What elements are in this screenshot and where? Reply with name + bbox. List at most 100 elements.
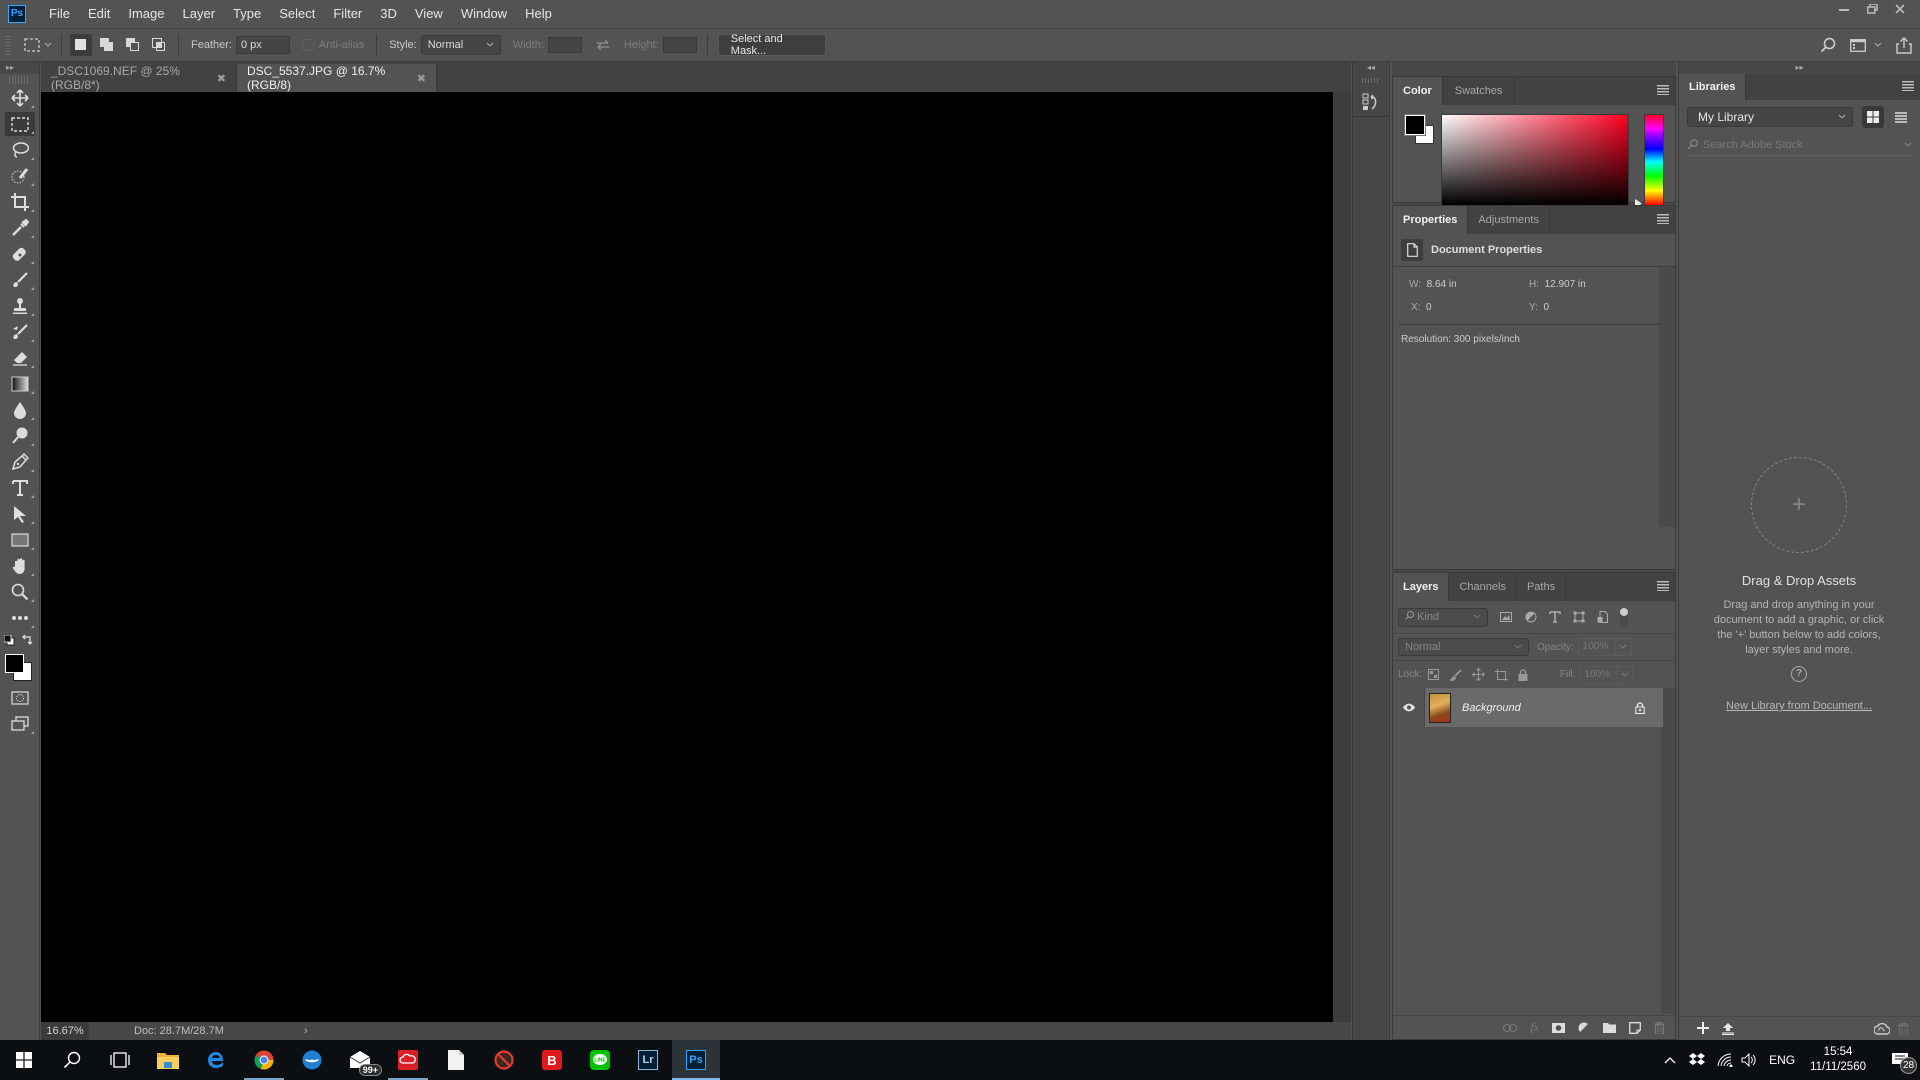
- filter-smart-object-icon[interactable]: [1597, 611, 1608, 623]
- tool-brush[interactable]: [5, 268, 35, 292]
- taskbar-photoshop[interactable]: Ps: [672, 1040, 720, 1080]
- height-value[interactable]: 12.907 in: [1545, 279, 1586, 290]
- tab-properties[interactable]: Properties: [1393, 206, 1469, 234]
- taskbar-notepad[interactable]: [432, 1040, 480, 1080]
- tool-quick-selection[interactable]: [5, 164, 35, 188]
- panel-menu-icon[interactable]: [1657, 214, 1669, 224]
- delete-layer-trash-icon[interactable]: [1654, 1021, 1665, 1034]
- feather-input[interactable]: 0 px: [235, 36, 290, 54]
- tool-rectangular-marquee[interactable]: [5, 112, 35, 136]
- x-value[interactable]: 0: [1426, 302, 1432, 313]
- layer-mask-icon[interactable]: [1552, 1022, 1565, 1033]
- tab-paths[interactable]: Paths: [1517, 573, 1567, 601]
- start-button[interactable]: [0, 1040, 48, 1080]
- taskbar-creative-cloud[interactable]: [384, 1040, 432, 1080]
- doc-tab-dsc1069[interactable]: _DSC1069.NEF @ 25% (RGB/8*) ✖: [41, 64, 237, 92]
- filter-pixel-icon[interactable]: [1500, 612, 1512, 622]
- layer-visibility-toggle[interactable]: [1393, 688, 1425, 727]
- filter-shape-icon[interactable]: [1573, 611, 1585, 623]
- new-library-from-document-link[interactable]: New Library from Document...: [1679, 700, 1919, 712]
- creative-cloud-sync-icon[interactable]: [1874, 1022, 1890, 1035]
- taskbar-blocked-app[interactable]: [480, 1040, 528, 1080]
- tool-type[interactable]: [5, 476, 35, 500]
- tab-color[interactable]: Color: [1393, 77, 1443, 105]
- menu-file[interactable]: File: [40, 0, 79, 27]
- taskbar-thunderbird[interactable]: [288, 1040, 336, 1080]
- swap-colors-icon[interactable]: [22, 634, 33, 645]
- layers-scrollbar[interactable]: [1661, 688, 1675, 1014]
- close-tab-icon[interactable]: ✖: [417, 72, 426, 85]
- panel-expand-button[interactable]: ◂◂: [1353, 62, 1389, 74]
- delete-trash-icon[interactable]: [1898, 1022, 1909, 1035]
- taskbar-lightroom[interactable]: Lr: [624, 1040, 672, 1080]
- select-and-mask-button[interactable]: Select and Mask...: [717, 33, 826, 57]
- menu-3d[interactable]: 3D: [371, 0, 406, 27]
- dropbox-icon[interactable]: [1689, 1053, 1706, 1067]
- document-info[interactable]: Doc: 28.7M/28.7M: [134, 1025, 304, 1037]
- tool-dodge[interactable]: [5, 424, 35, 448]
- filter-type-icon[interactable]: [1549, 611, 1561, 623]
- y-value[interactable]: 0: [1543, 302, 1549, 313]
- layer-kind-filter[interactable]: Kind: [1398, 607, 1488, 627]
- layer-body[interactable]: Background: [1425, 688, 1663, 727]
- tool-crop[interactable]: [5, 190, 35, 214]
- taskbar-file-explorer[interactable]: [144, 1040, 192, 1080]
- lock-position-icon[interactable]: [1472, 668, 1485, 681]
- intersect-selection-button[interactable]: [148, 34, 170, 56]
- zoom-level-field[interactable]: 16.67%: [41, 1022, 89, 1040]
- tab-adjustments[interactable]: Adjustments: [1468, 206, 1550, 234]
- tool-rectangle[interactable]: [5, 528, 35, 552]
- panel-menu-icon[interactable]: [1657, 581, 1669, 591]
- tool-preset-picker[interactable]: [23, 38, 53, 52]
- close-tab-icon[interactable]: ✖: [217, 72, 226, 85]
- tab-libraries[interactable]: Libraries: [1679, 74, 1747, 100]
- tool-path-selection[interactable]: [5, 502, 35, 526]
- tab-layers[interactable]: Layers: [1393, 573, 1450, 601]
- link-layers-icon[interactable]: [1503, 1023, 1518, 1032]
- menu-window[interactable]: Window: [452, 0, 516, 27]
- tool-pen[interactable]: [5, 450, 35, 474]
- search-button[interactable]: [48, 1040, 96, 1080]
- add-content-plus-icon[interactable]: [1697, 1022, 1710, 1035]
- history-panel-button[interactable]: [1353, 87, 1389, 117]
- quick-mask-button[interactable]: [5, 686, 35, 710]
- menu-layer[interactable]: Layer: [174, 0, 225, 27]
- tool-move[interactable]: [5, 86, 35, 110]
- grid-view-button[interactable]: [1862, 106, 1884, 128]
- anti-alias-checkbox[interactable]: [301, 39, 314, 51]
- tool-gradient[interactable]: [5, 372, 35, 396]
- menu-image[interactable]: Image: [119, 0, 173, 27]
- tab-channels[interactable]: Channels: [1449, 573, 1517, 601]
- blend-mode-select[interactable]: Normal: [1398, 638, 1529, 656]
- list-view-button[interactable]: [1890, 106, 1912, 128]
- volume-icon[interactable]: [1741, 1053, 1757, 1067]
- lock-artboard-icon[interactable]: [1494, 668, 1508, 681]
- tool-lasso[interactable]: [5, 138, 35, 162]
- tool-spot-healing[interactable]: [5, 242, 35, 266]
- share-button[interactable]: [1896, 36, 1912, 54]
- width-input[interactable]: [547, 37, 582, 53]
- language-indicator[interactable]: ENG: [1769, 1053, 1795, 1067]
- add-asset-plus-icon[interactable]: +: [1751, 457, 1847, 553]
- new-selection-button[interactable]: [70, 34, 92, 56]
- libraries-collapse-button[interactable]: ▸▸: [1679, 62, 1920, 74]
- image-canvas[interactable]: [41, 92, 1333, 1022]
- tool-history-brush[interactable]: [5, 320, 35, 344]
- width-value[interactable]: 8.64 in: [1427, 279, 1457, 290]
- search-button[interactable]: [1820, 37, 1836, 53]
- foreground-color-swatch[interactable]: [5, 654, 24, 673]
- taskbar-line[interactable]: LINE: [576, 1040, 624, 1080]
- status-menu-arrow[interactable]: ›: [304, 1025, 308, 1037]
- taskbar-chrome[interactable]: [240, 1040, 288, 1080]
- default-colors-icon[interactable]: [4, 635, 15, 646]
- add-selection-button[interactable]: [96, 34, 118, 56]
- vertical-scrollbar[interactable]: [1333, 92, 1351, 1022]
- help-icon[interactable]: ?: [1791, 666, 1807, 682]
- menu-filter[interactable]: Filter: [324, 0, 371, 27]
- clock[interactable]: 15:54 11/11/2560: [1810, 1045, 1866, 1075]
- adjustment-layer-icon[interactable]: [1578, 1022, 1590, 1034]
- tool-hand[interactable]: [5, 554, 35, 578]
- layer-style-fx-icon[interactable]: fx: [1530, 1020, 1539, 1035]
- swap-dimensions-button[interactable]: [596, 39, 610, 51]
- menu-edit[interactable]: Edit: [79, 0, 119, 27]
